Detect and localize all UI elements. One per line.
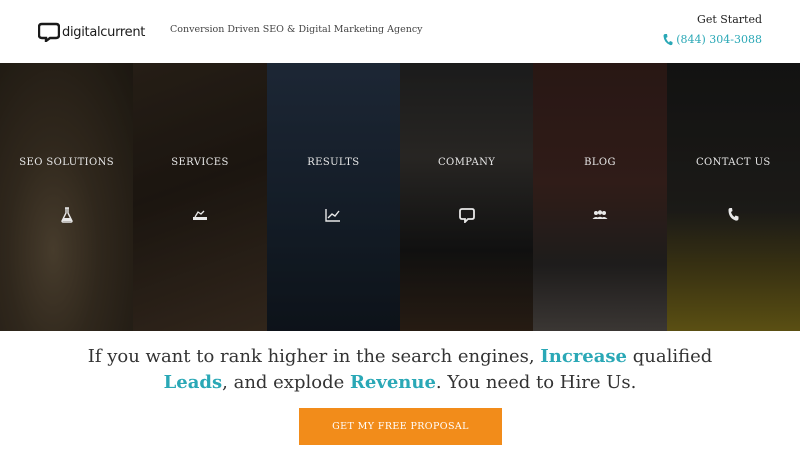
cta-headline: If you want to rank higher in the search…: [60, 344, 740, 396]
nav-item-label: BLOG: [584, 157, 616, 168]
flask-icon: [60, 207, 73, 223]
main-nav: SEO SOLUTIONS SERVICES RESULTS COMPANY B…: [0, 63, 800, 331]
headline-highlight-leads: Leads: [163, 372, 223, 393]
nav-item-results[interactable]: RESULTS: [266, 63, 400, 331]
nav-item-contact-us[interactable]: CONTACT US: [666, 63, 800, 331]
headline-text: . You need to Hire Us.: [435, 372, 637, 393]
nav-item-blog[interactable]: BLOG: [533, 63, 667, 331]
panel-overlay: [399, 63, 534, 331]
nav-item-label: CONTACT US: [695, 157, 771, 168]
phone-icon: [663, 34, 673, 46]
logo-bubble-icon: [458, 208, 475, 223]
nav-item-label: SEO SOLUTIONS: [19, 157, 115, 168]
get-started-link[interactable]: Get Started: [697, 13, 762, 26]
headline-text: qualified: [627, 346, 713, 367]
tagline: Conversion Driven SEO & Digital Marketin…: [170, 24, 423, 35]
phone-number: (844) 304-3088: [676, 33, 762, 46]
headline-highlight-increase: Increase: [540, 346, 628, 367]
cta-section: If you want to rank higher in the search…: [0, 331, 800, 456]
free-proposal-button[interactable]: GET MY FREE PROPOSAL: [299, 408, 502, 445]
logo-bubble-icon: [38, 22, 60, 42]
panel-overlay: [266, 63, 400, 331]
phone-link[interactable]: (844) 304-3088: [662, 33, 762, 46]
panel-overlay: [0, 63, 134, 331]
site-header: digitalcurrent Conversion Driven SEO & D…: [0, 0, 800, 63]
line-chart-icon: [325, 209, 341, 222]
nav-item-label: COMPANY: [438, 157, 496, 168]
nav-item-label: RESULTS: [307, 157, 360, 168]
phone-icon: [728, 208, 739, 221]
nav-item-services[interactable]: SERVICES: [133, 63, 267, 331]
services-icon: [192, 210, 207, 220]
headline-text: , and explode: [222, 372, 350, 393]
people-icon: [592, 210, 608, 219]
panel-overlay: [133, 63, 267, 331]
logo-text: digitalcurrent: [62, 24, 146, 40]
logo[interactable]: digitalcurrent: [38, 21, 145, 43]
nav-item-company[interactable]: COMPANY: [399, 63, 534, 331]
headline-text: If you want to rank higher in the search…: [87, 346, 541, 367]
headline-highlight-revenue: Revenue: [349, 372, 436, 393]
panel-overlay: [533, 63, 667, 331]
nav-item-label: SERVICES: [171, 157, 229, 168]
panel-overlay: [666, 63, 800, 331]
nav-item-seo-solutions[interactable]: SEO SOLUTIONS: [0, 63, 134, 331]
